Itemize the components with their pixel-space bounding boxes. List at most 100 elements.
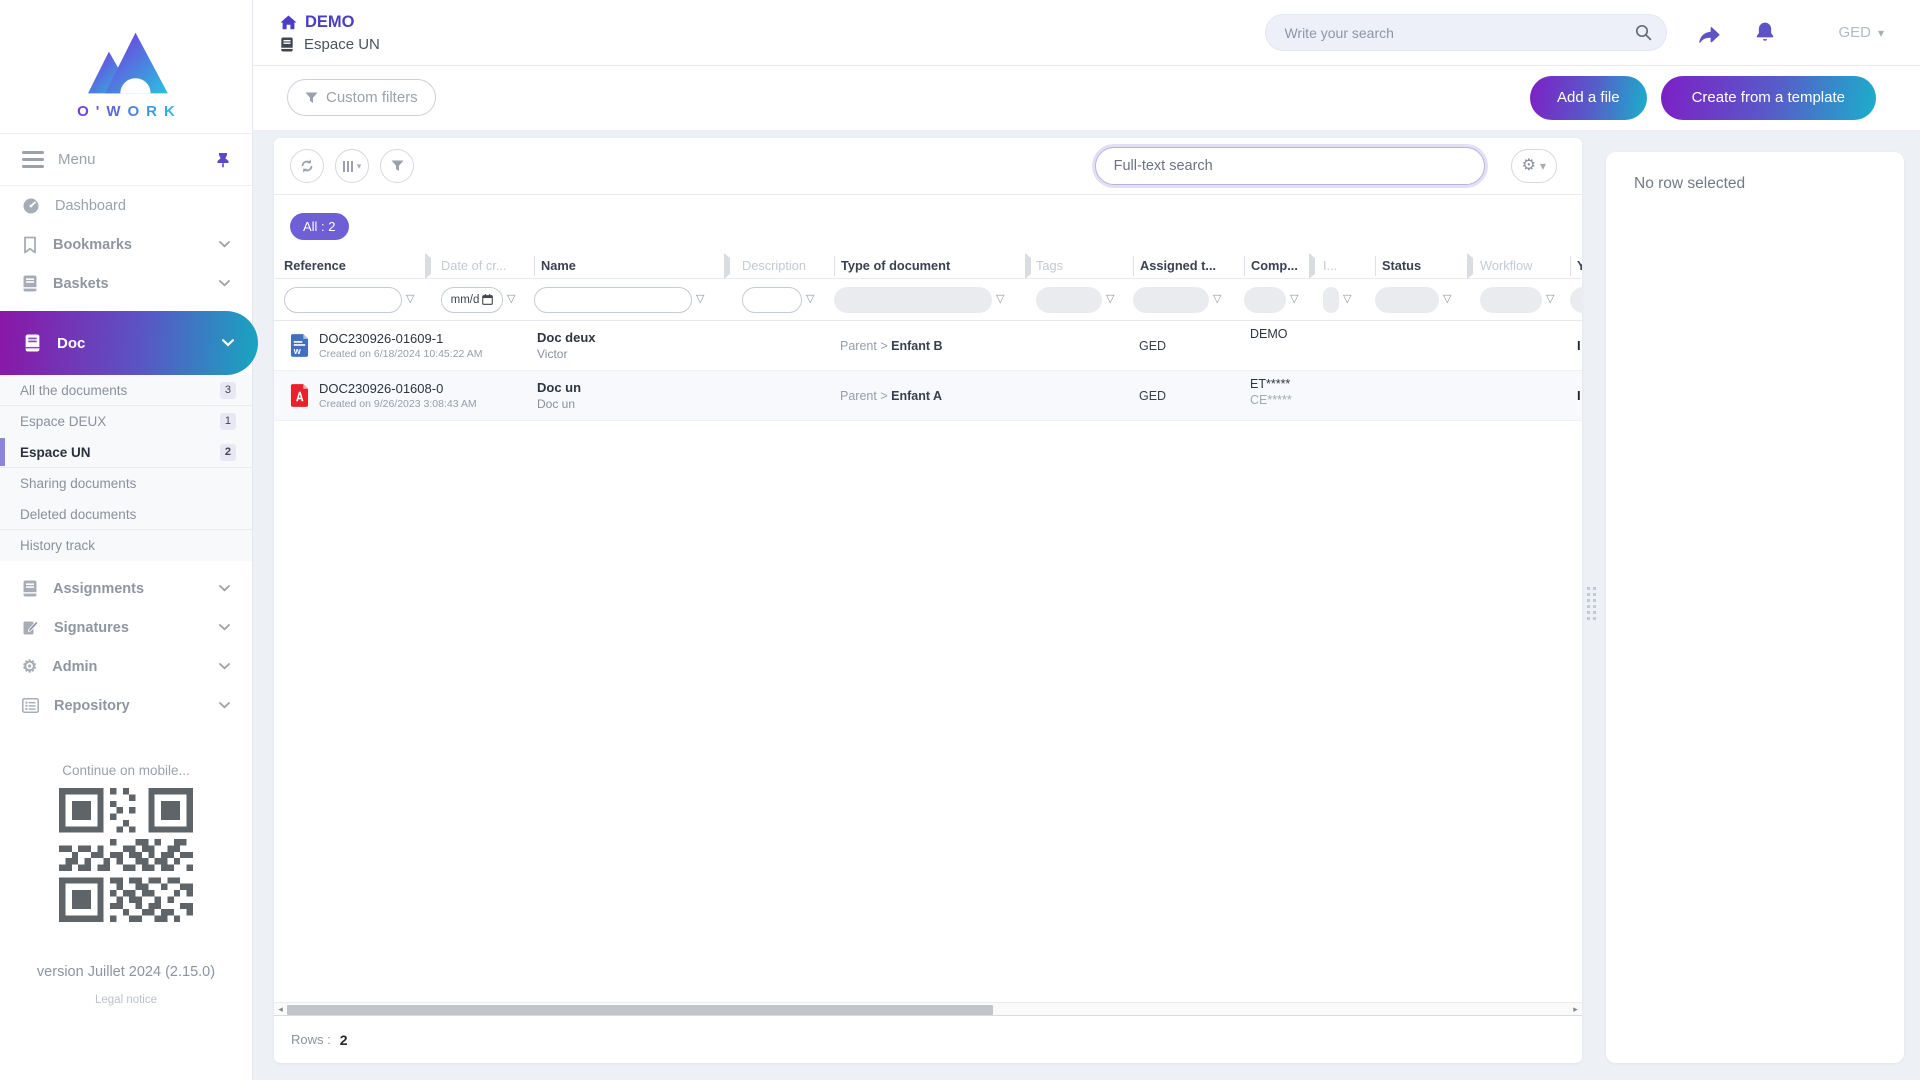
chevron-down-icon: [219, 624, 230, 631]
type-cell: Parent > Enfant A: [834, 389, 1021, 403]
sidebar-item-doc[interactable]: Doc: [0, 311, 258, 375]
table-filter-row: ▽ mm/d ▽ ▽ ▽ ▽ ▽ ▽ ▽ ▽ ▽ ▽: [274, 279, 1582, 321]
global-search[interactable]: [1265, 14, 1668, 51]
sidebar-item-bookmarks[interactable]: Bookmarks: [0, 225, 252, 264]
columns-button[interactable]: ▾: [335, 149, 369, 183]
count-badge: 3: [219, 381, 236, 399]
description-filter-input[interactable]: [742, 286, 802, 313]
column-header-name[interactable]: Name: [534, 255, 720, 276]
column-header-y[interactable]: Y: [1570, 255, 1582, 276]
share-icon[interactable]: [1697, 22, 1722, 44]
filter-button[interactable]: [380, 149, 414, 183]
type-cell: Parent > Enfant B: [834, 339, 1021, 353]
funnel-icon[interactable]: ▽: [1213, 294, 1221, 305]
refresh-button[interactable]: [290, 149, 324, 183]
funnel-icon[interactable]: ▽: [406, 294, 414, 305]
column-header-date[interactable]: Date of cr...: [441, 258, 534, 273]
sidebar-item-label: Baskets: [53, 275, 109, 292]
column-header-reference[interactable]: Reference: [284, 258, 421, 273]
column-separator-icon: [1467, 252, 1473, 279]
table-settings-button[interactable]: ⚙ ▾: [1510, 149, 1557, 183]
legal-notice-link[interactable]: Legal notice: [0, 994, 252, 1006]
sidebar-item-baskets[interactable]: Baskets: [0, 264, 252, 303]
table-empty-space: [274, 421, 1582, 1002]
custom-filters-button[interactable]: Custom filters: [287, 79, 436, 116]
rows-count: 2: [339, 1031, 348, 1048]
user-menu-label: GED: [1838, 24, 1871, 41]
funnel-icon[interactable]: ▽: [507, 294, 515, 305]
column-header-status[interactable]: Status: [1375, 255, 1463, 276]
scroll-left-icon[interactable]: ◂: [274, 1004, 287, 1015]
bell-icon[interactable]: [1754, 21, 1776, 44]
column-header-description[interactable]: Description: [742, 258, 834, 273]
menu-toggle[interactable]: Menu: [0, 133, 252, 186]
company-sub-value: CE*****: [1250, 393, 1292, 407]
sidebar-item-all-documents[interactable]: All the documents 3: [0, 375, 252, 406]
date-filter-input[interactable]: mm/d: [441, 286, 503, 313]
column-header-company[interactable]: Comp...: [1244, 255, 1305, 276]
column-header-assigned[interactable]: Assigned t...: [1133, 255, 1244, 276]
home-breadcrumb[interactable]: DEMO: [280, 13, 380, 32]
column-header-workflow[interactable]: Workflow: [1480, 258, 1570, 273]
pin-icon[interactable]: [216, 152, 230, 168]
app-title: DEMO: [305, 12, 355, 31]
space-title: Espace UN: [304, 35, 380, 53]
sidebar-item-history-track[interactable]: History track: [0, 530, 252, 561]
mobile-hint: Continue on mobile...: [62, 763, 190, 778]
funnel-icon[interactable]: ▽: [1290, 294, 1298, 305]
sidebar-item-signatures[interactable]: Signatures: [0, 608, 252, 647]
horizontal-scrollbar[interactable]: ◂ ▸: [274, 1002, 1582, 1016]
column-header-type[interactable]: Type of document: [834, 255, 1021, 276]
panel-resize-handle[interactable]: [1587, 587, 1596, 620]
topbar-actions-row: Custom filters Add a file Create from a …: [253, 66, 1920, 129]
column-header-tags[interactable]: Tags: [1036, 258, 1133, 273]
column-separator-icon: [425, 252, 431, 279]
column-separator-icon: [724, 252, 730, 279]
type-filter-disabled: [834, 286, 992, 313]
sidebar-item-repository[interactable]: Repository: [0, 686, 252, 725]
space-breadcrumb[interactable]: Espace UN: [280, 36, 380, 53]
user-menu[interactable]: GED ▾: [1838, 24, 1884, 41]
sidebar-nav: Dashboard Bookmarks Baskets Doc All the …: [0, 186, 258, 725]
sidebar-item-espace-un[interactable]: Espace UN 2: [0, 437, 252, 468]
type-child: Enfant A: [891, 388, 943, 403]
funnel-icon[interactable]: ▽: [1106, 294, 1114, 305]
funnel-icon[interactable]: ▽: [696, 294, 704, 305]
table-row[interactable]: w DOC230926-01609-1 Created on 6/18/2024…: [274, 321, 1582, 371]
fulltext-search-input[interactable]: [1094, 147, 1485, 185]
funnel-icon: [305, 92, 318, 104]
sidebar-item-dashboard[interactable]: Dashboard: [0, 186, 252, 225]
name-filter-input[interactable]: [534, 286, 692, 313]
calendar-icon[interactable]: [482, 294, 494, 305]
reference-filter-input[interactable]: [284, 286, 402, 313]
home-icon: [280, 15, 297, 30]
funnel-icon[interactable]: ▽: [1343, 294, 1351, 305]
sidebar-item-label: Assignments: [53, 580, 145, 597]
funnel-icon[interactable]: ▽: [806, 294, 814, 305]
all-results-badge[interactable]: All : 2: [290, 212, 349, 240]
sidebar-item-admin[interactable]: ⚙ Admin: [0, 647, 252, 686]
app-logo[interactable]: O'WORK: [0, 0, 252, 133]
scroll-right-icon[interactable]: ▸: [1569, 1004, 1582, 1015]
create-from-template-button[interactable]: Create from a template: [1660, 75, 1876, 120]
sidebar-item-deleted-documents[interactable]: Deleted documents: [0, 499, 252, 530]
global-search-input[interactable]: [1284, 24, 1636, 41]
column-header-i[interactable]: I...: [1323, 258, 1375, 273]
funnel-icon[interactable]: ▽: [1443, 294, 1451, 305]
sidebar-item-assignments[interactable]: Assignments: [0, 569, 252, 608]
sub-item-label: Deleted documents: [20, 506, 137, 522]
sidebar-item-sharing-documents[interactable]: Sharing documents: [0, 468, 252, 499]
funnel-icon: [391, 160, 404, 172]
search-icon[interactable]: [1635, 24, 1652, 41]
company-cell: DEMO: [1244, 321, 1305, 343]
funnel-icon[interactable]: ▽: [1546, 294, 1554, 305]
table-row[interactable]: DOC230926-01608-0 Created on 9/26/2023 3…: [274, 371, 1582, 421]
sidebar-item-espace-deux[interactable]: Espace DEUX 1: [0, 406, 252, 437]
scrollbar-thumb[interactable]: [287, 1004, 994, 1015]
table-footer: Rows : 2: [274, 1016, 1582, 1063]
chevron-down-icon: [219, 663, 230, 670]
add-file-button[interactable]: Add a file: [1530, 75, 1647, 120]
doc-submenu: All the documents 3 Espace DEUX 1 Espace…: [0, 375, 252, 561]
type-child: Enfant B: [891, 338, 943, 353]
funnel-icon[interactable]: ▽: [996, 294, 1004, 305]
